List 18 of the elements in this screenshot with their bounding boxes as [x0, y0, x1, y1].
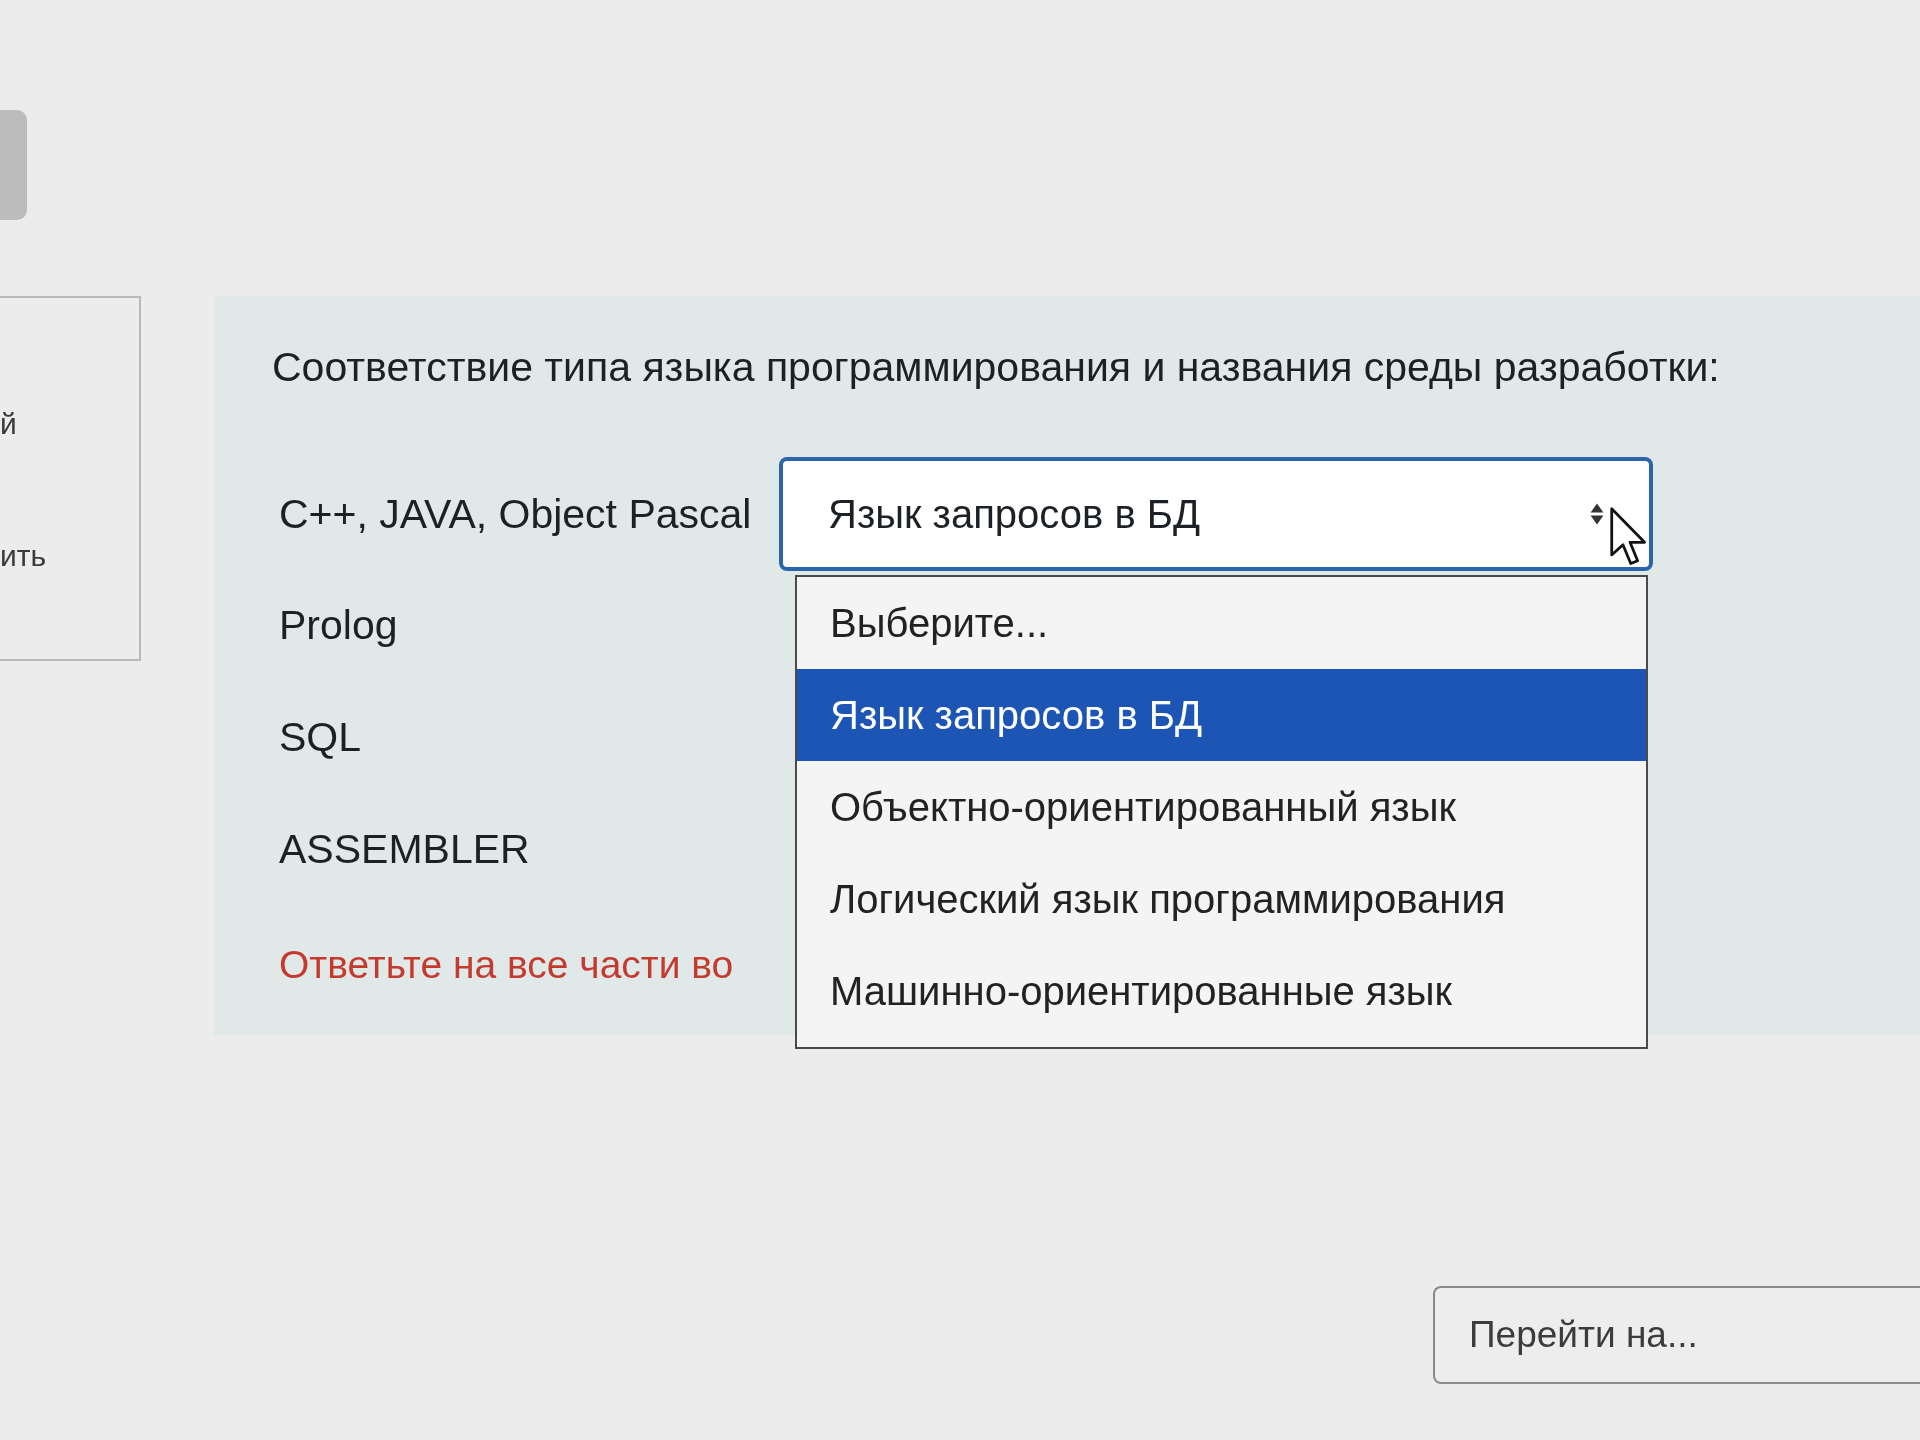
- up-down-arrows-icon: [1589, 502, 1605, 526]
- item-label: SQL: [279, 713, 362, 761]
- button[interactable]: [0, 110, 27, 220]
- info-text: ить: [0, 538, 47, 574]
- dropdown-option[interactable]: Выберите...: [797, 577, 1646, 669]
- dropdown-option[interactable]: Логический язык программирования: [797, 853, 1646, 945]
- item-label: C++, JAVA, Object Pascal: [279, 490, 752, 538]
- validation-message: Ответьте на все части во: [279, 942, 734, 988]
- mouse-pointer-icon: [1610, 507, 1648, 567]
- jump-to-select[interactable]: Перейти на...: [1433, 1286, 1920, 1384]
- dropdown-option[interactable]: Язык запросов в БД: [797, 669, 1646, 761]
- question-text: Соответствие типа языка программирования и названия среды разработки:: [272, 343, 1721, 391]
- item-label: ASSEMBLER: [279, 825, 530, 873]
- item-label: Prolog: [279, 601, 398, 649]
- answer-select[interactable]: Язык запросов в БД: [779, 457, 1653, 571]
- dropdown-option[interactable]: Машинно-ориентированные язык: [797, 945, 1646, 1037]
- info-text: й: [0, 406, 17, 442]
- dropdown-option[interactable]: Объектно-ориентированный язык: [797, 761, 1646, 853]
